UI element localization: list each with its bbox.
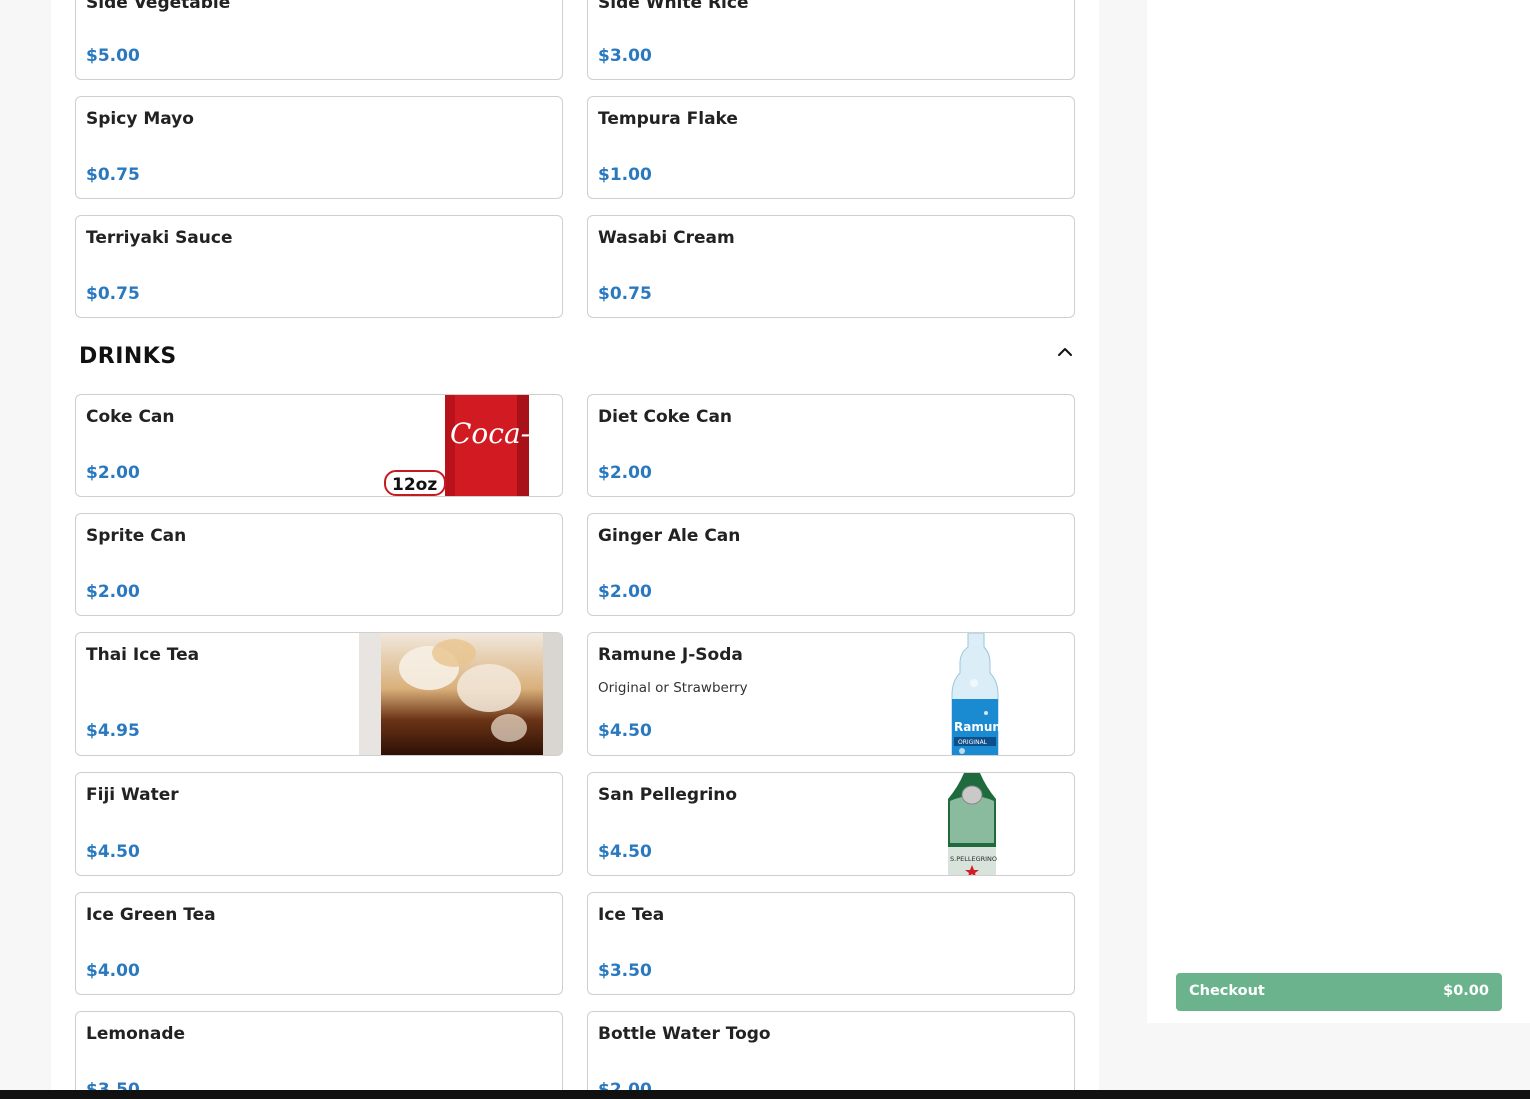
item-price: $0.75 bbox=[86, 165, 140, 185]
menu-item-spicy-mayo[interactable]: Spicy Mayo $0.75 bbox=[75, 96, 563, 199]
item-price: $2.00 bbox=[598, 582, 652, 602]
san-pellegrino-image: S.PELLEGRINO bbox=[940, 773, 1004, 875]
collapse-section-button[interactable] bbox=[1054, 342, 1076, 362]
coke-logo-text: Coca-Cola bbox=[450, 417, 563, 450]
item-name: Sprite Can bbox=[86, 526, 187, 546]
item-price: $2.00 bbox=[598, 463, 652, 483]
item-name: Ice Tea bbox=[598, 905, 665, 925]
page-gutter-middle bbox=[1099, 0, 1147, 1099]
item-price: $1.00 bbox=[598, 165, 652, 185]
item-name: Wasabi Cream bbox=[598, 228, 735, 248]
menu-item-fiji-water[interactable]: Fiji Water $4.50 bbox=[75, 772, 563, 876]
item-price: $4.50 bbox=[598, 842, 652, 862]
menu-item-tempura-flake[interactable]: Tempura Flake $1.00 bbox=[587, 96, 1075, 199]
checkout-amount: $0.00 bbox=[1443, 983, 1489, 999]
checkout-button[interactable]: Checkout $0.00 bbox=[1176, 973, 1502, 1011]
menu-item-ice-green-tea[interactable]: Ice Green Tea $4.00 bbox=[75, 892, 563, 995]
item-price: $3.50 bbox=[598, 961, 652, 981]
item-name: Ice Green Tea bbox=[86, 905, 216, 925]
menu-item-thai-ice-tea[interactable]: Thai Ice Tea $4.95 bbox=[75, 632, 563, 756]
item-name: Spicy Mayo bbox=[86, 109, 194, 129]
menu-item-side-white-rice[interactable]: Side White Rice $3.00 bbox=[587, 0, 1075, 80]
item-name: Bottle Water Togo bbox=[598, 1024, 771, 1044]
page-gutter-bottom-right bbox=[1147, 1023, 1530, 1099]
item-price: $2.00 bbox=[86, 463, 140, 483]
menu-item-sprite-can[interactable]: Sprite Can $2.00 bbox=[75, 513, 563, 616]
item-name: Thai Ice Tea bbox=[86, 645, 200, 665]
menu-item-wasabi-cream[interactable]: Wasabi Cream $0.75 bbox=[587, 215, 1075, 318]
pellegrino-logo-text: S.PELLEGRINO bbox=[950, 855, 997, 863]
item-price: $0.75 bbox=[598, 284, 652, 304]
ramune-image: Ramune ORIGINAL bbox=[946, 633, 1006, 755]
item-price: $5.00 bbox=[86, 46, 140, 66]
item-name: Coke Can bbox=[86, 407, 175, 427]
item-name: Side White Rice bbox=[598, 0, 749, 13]
item-name: Ginger Ale Can bbox=[598, 526, 741, 546]
checkout-label: Checkout bbox=[1189, 983, 1265, 999]
item-name: Fiji Water bbox=[86, 785, 179, 805]
section-title-drinks: DRINKS bbox=[79, 344, 177, 369]
menu-item-lemonade[interactable]: Lemonade $3.50 bbox=[75, 1011, 563, 1099]
cart-sidebar bbox=[1147, 0, 1530, 1023]
item-name: Ramune J-Soda bbox=[598, 645, 743, 665]
item-name: Lemonade bbox=[86, 1024, 186, 1044]
menu-item-ginger-ale-can[interactable]: Ginger Ale Can $2.00 bbox=[587, 513, 1075, 616]
item-name: Terriyaki Sauce bbox=[86, 228, 233, 248]
item-price: $0.75 bbox=[86, 284, 140, 304]
menu-panel: Side Vegetable $5.00 Side White Rice $3.… bbox=[51, 0, 1099, 1099]
item-price: $4.00 bbox=[86, 961, 140, 981]
chevron-up-icon bbox=[1058, 348, 1072, 356]
item-description: Original or Strawberry bbox=[598, 680, 748, 696]
thai-ice-tea-image bbox=[359, 633, 562, 755]
item-name: San Pellegrino bbox=[598, 785, 738, 805]
item-price: $3.00 bbox=[598, 46, 652, 66]
coke-size-label: 12oz bbox=[392, 475, 437, 495]
page-gutter-left bbox=[0, 0, 51, 1099]
menu-item-ice-tea[interactable]: Ice Tea $3.50 bbox=[587, 892, 1075, 995]
item-price: $2.00 bbox=[86, 582, 140, 602]
item-name: Side Vegetable bbox=[86, 0, 231, 13]
coke-can-image: Coca-Cola 12oz bbox=[384, 395, 563, 496]
menu-item-coke-can[interactable]: Coke Can $2.00 Coca-Cola 12oz bbox=[75, 394, 563, 497]
menu-item-side-vegetable[interactable]: Side Vegetable $5.00 bbox=[75, 0, 563, 80]
item-price: $4.95 bbox=[86, 721, 140, 741]
menu-item-ramune-j-soda[interactable]: Ramune J-Soda Original or Strawberry $4.… bbox=[587, 632, 1075, 756]
item-price: $4.50 bbox=[598, 721, 652, 741]
menu-item-diet-coke-can[interactable]: Diet Coke Can $2.00 bbox=[587, 394, 1075, 497]
menu-item-bottle-water-togo[interactable]: Bottle Water Togo $2.00 bbox=[587, 1011, 1075, 1099]
bottom-edge-bar bbox=[0, 1090, 1530, 1099]
item-name: Tempura Flake bbox=[598, 109, 738, 129]
ramune-logo-text: Ramune bbox=[954, 720, 1006, 734]
item-name: Diet Coke Can bbox=[598, 407, 733, 427]
item-price: $4.50 bbox=[86, 842, 140, 862]
ramune-sub-text: ORIGINAL bbox=[958, 739, 988, 746]
menu-item-san-pellegrino[interactable]: San Pellegrino $4.50 S.PELLEGRINO bbox=[587, 772, 1075, 876]
menu-item-terriyaki-sauce[interactable]: Terriyaki Sauce $0.75 bbox=[75, 215, 563, 318]
